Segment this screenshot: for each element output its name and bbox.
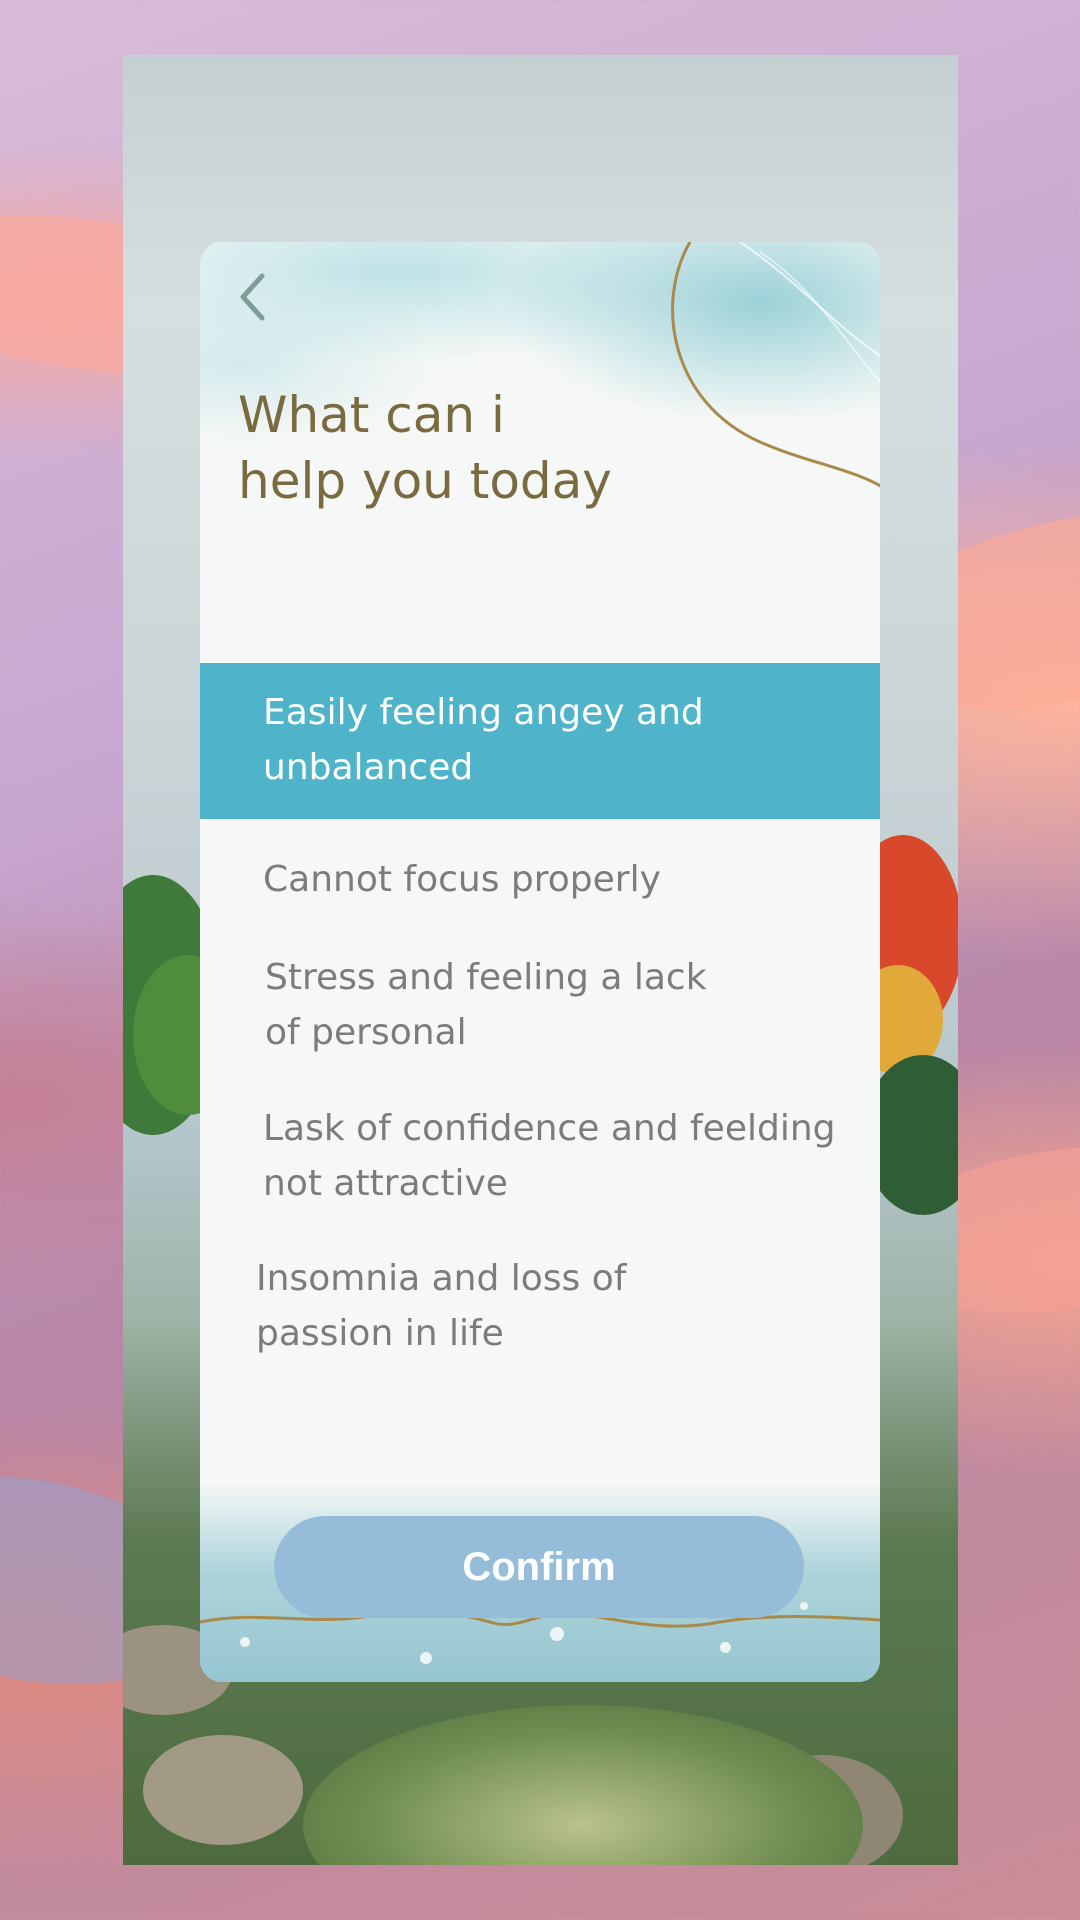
confirm-button[interactable]: Confirm <box>274 1516 804 1618</box>
option-cannot-focus[interactable]: Cannot focus properly <box>200 852 880 907</box>
stream-decoration <box>303 1705 863 1865</box>
option-lack-confidence[interactable]: Lask of confidence and feelding not attr… <box>200 1101 880 1211</box>
back-button[interactable] <box>230 272 274 322</box>
option-angry-unbalanced[interactable]: Easily feeling angey and unbalanced <box>200 663 880 819</box>
chevron-left-icon <box>240 273 265 321</box>
rock-decoration <box>143 1735 303 1845</box>
page-title: What can i help you today <box>238 386 612 510</box>
question-card: What can i help you today Easily feeling… <box>200 242 880 1682</box>
app-screen: What can i help you today Easily feeling… <box>123 55 958 1865</box>
option-insomnia[interactable]: Insomnia and loss of passion in life <box>200 1251 880 1361</box>
option-stress-lack[interactable]: Stress and feeling a lack of personal <box>200 950 880 1060</box>
